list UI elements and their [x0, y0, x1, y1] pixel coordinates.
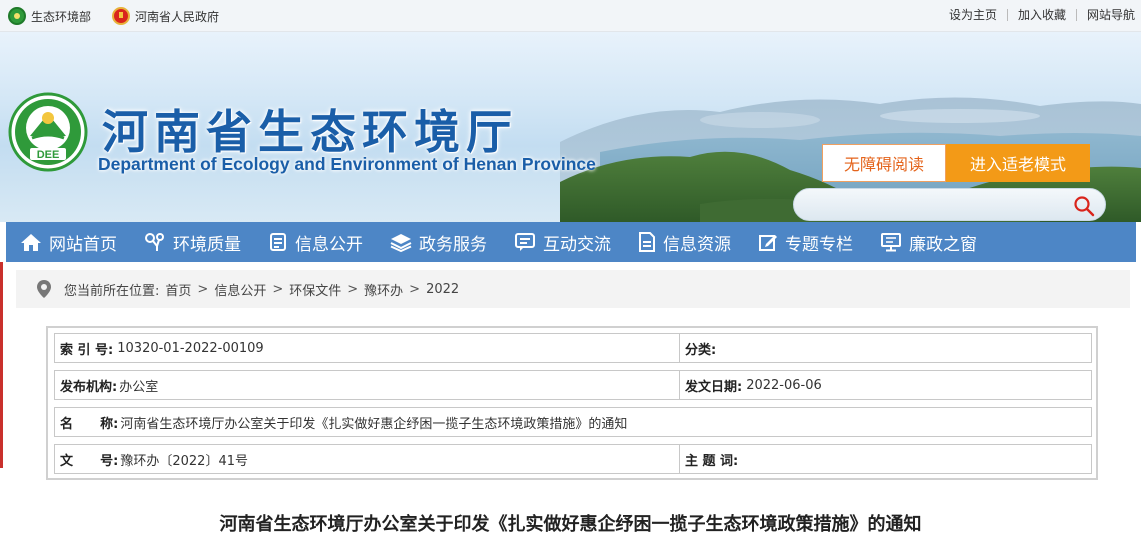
breadcrumb: 您当前所在位置: 首页 > 信息公开 > 环保文件 > 豫环办 > 2022 [16, 270, 1130, 308]
nav-item-label: 环境质量 [173, 234, 241, 255]
elder-mode-button[interactable]: 进入适老模式 [946, 144, 1090, 182]
breadcrumb-env-documents-link[interactable]: 环保文件 [289, 280, 341, 299]
nav-item-interaction[interactable]: 互动交流 [500, 222, 624, 262]
document-list-icon [270, 233, 286, 251]
breadcrumb-separator: > [347, 281, 359, 297]
document-info-table: 索 引 号: 10320-01-2022-00109 分类: 发布机构: 办公室… [46, 326, 1098, 480]
issuer-label: 发布机构: [60, 379, 118, 395]
category-cell: 分类: [679, 334, 1091, 362]
nav-item-label: 信息资源 [663, 234, 731, 255]
leaf-flower-icon [145, 233, 164, 251]
site-title: 河南省生态环境厅 [102, 105, 518, 159]
document-name-value: 河南省生态环境厅办公室关于印发《扎实做好惠企纾困一揽子生态环境政策措施》的通知 [120, 416, 628, 432]
ministry-emblem-icon [8, 7, 26, 25]
index-number-cell: 索 引 号: 10320-01-2022-00109 [55, 334, 679, 362]
info-row-issuer: 发布机构: 办公室 发文日期: 2022-06-06 [54, 370, 1092, 400]
breadcrumb-separator: > [409, 281, 421, 297]
topbar-right-links: 设为主页 加入收藏 网站导航 [949, 6, 1135, 23]
nav-item-label: 网站首页 [49, 234, 117, 255]
link-henan-government[interactable]: 河南省人民政府 [112, 6, 219, 26]
document-name-cell: 名 称: 河南省生态环境厅办公室关于印发《扎实做好惠企纾困一揽子生态环境政策措施… [55, 408, 1091, 436]
issuer-cell: 发布机构: 办公室 [55, 371, 679, 399]
breadcrumb-home-link[interactable]: 首页 [165, 280, 191, 299]
info-row-index: 索 引 号: 10320-01-2022-00109 分类: [54, 333, 1092, 363]
document-number-value: 豫环办〔2022〕41号 [120, 453, 248, 469]
file-icon [639, 232, 655, 252]
divider [1006, 8, 1008, 21]
site-navigation-link[interactable]: 网站导航 [1087, 6, 1135, 23]
info-row-docno: 文 号: 豫环办〔2022〕41号 主 题 词: [54, 444, 1092, 474]
dee-logo: DEE [8, 92, 88, 172]
issue-date-label: 发文日期: [685, 379, 743, 395]
breadcrumb-info-disclosure-link[interactable]: 信息公开 [214, 280, 266, 299]
monitor-icon [881, 233, 901, 252]
nav-item-label: 专题专栏 [785, 234, 853, 255]
nav-item-integrity-window[interactable]: 廉政之窗 [866, 222, 990, 262]
main-navigation: 网站首页 环境质量 信息公开 政务服务 互动交流 信息资源 专题专栏 廉政之窗 [6, 222, 1136, 262]
issue-date-cell: 发文日期: 2022-06-06 [679, 371, 1091, 399]
nav-item-label: 政务服务 [419, 234, 487, 255]
nav-item-information-resources[interactable]: 信息资源 [624, 222, 744, 262]
dee-logo-text: DEE [37, 149, 60, 161]
index-number-label: 索 引 号: [60, 342, 114, 358]
set-homepage-link[interactable]: 设为主页 [949, 6, 997, 23]
info-row-name: 名 称: 河南省生态环境厅办公室关于印发《扎实做好惠企纾困一揽子生态环境政策措施… [54, 407, 1092, 437]
search-bar [793, 188, 1106, 221]
site-subtitle: Department of Ecology and Environment of… [98, 154, 596, 174]
link-ministry-ecology[interactable]: 生态环境部 [8, 6, 91, 26]
nav-item-environment-quality[interactable]: 环境质量 [130, 222, 254, 262]
add-favorite-link[interactable]: 加入收藏 [1018, 6, 1066, 23]
breadcrumb-separator: > [197, 281, 209, 297]
subject-words-label: 主 题 词: [685, 453, 739, 469]
subject-words-cell: 主 题 词: [679, 445, 1091, 473]
nav-item-information-disclosure[interactable]: 信息公开 [254, 222, 376, 262]
link-henan-government-label: 河南省人民政府 [135, 9, 220, 24]
site-banner: DEE 河南省生态环境厅 Department of Ecology and E… [0, 32, 1141, 222]
breadcrumb-separator: > [272, 281, 284, 297]
top-utility-bar: 生态环境部 河南省人民政府 设为主页 加入收藏 网站导航 [0, 0, 1141, 32]
document-name-label: 名 称: [60, 416, 119, 432]
location-pin-icon [37, 280, 51, 298]
nav-item-label: 互动交流 [543, 234, 611, 255]
category-label: 分类: [685, 342, 717, 358]
issue-date-value: 2022-06-06 [746, 377, 822, 393]
layers-icon [390, 234, 412, 252]
document-number-cell: 文 号: 豫环办〔2022〕41号 [55, 445, 679, 473]
nav-item-home[interactable]: 网站首页 [6, 222, 130, 262]
breadcrumb-year-link[interactable]: 2022 [426, 282, 459, 297]
left-accent-bar [0, 262, 3, 468]
issuer-value: 办公室 [119, 379, 159, 395]
edit-icon [759, 235, 777, 251]
link-ministry-label: 生态环境部 [31, 9, 92, 24]
breadcrumb-prefix: 您当前所在位置: [64, 283, 160, 299]
index-number-value: 10320-01-2022-00109 [117, 340, 264, 356]
home-icon [21, 234, 41, 251]
nav-item-label: 廉政之窗 [909, 234, 977, 255]
nav-item-special-topics[interactable]: 专题专栏 [744, 222, 866, 262]
article-title: 河南省生态环境厅办公室关于印发《扎实做好惠企纾困一揽子生态环境政策措施》的通知 [219, 514, 922, 535]
accessibility-reading-button[interactable]: 无障碍阅读 [822, 144, 946, 182]
search-input[interactable] [808, 195, 1058, 215]
chat-bubble-icon [515, 233, 535, 251]
divider [1075, 8, 1077, 21]
nav-item-government-services[interactable]: 政务服务 [376, 222, 500, 262]
national-emblem-icon [112, 7, 130, 25]
search-icon[interactable] [1073, 195, 1095, 217]
nav-item-label: 信息公开 [295, 234, 363, 255]
dee-emblem-icon: DEE [8, 92, 88, 172]
breadcrumb-yuhuanban-link[interactable]: 豫环办 [364, 280, 403, 299]
document-number-label: 文 号: [60, 453, 119, 469]
